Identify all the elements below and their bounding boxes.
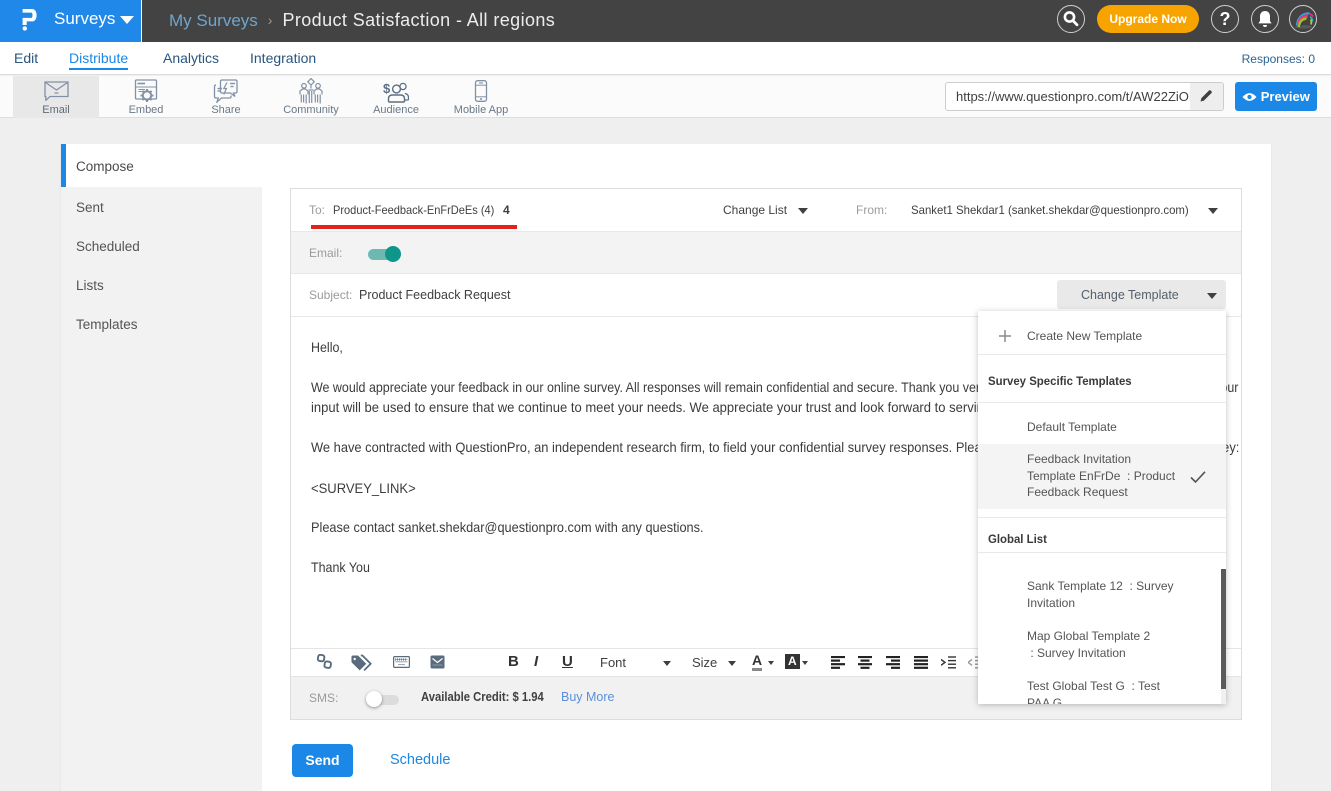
- svg-text:$: $: [383, 81, 391, 96]
